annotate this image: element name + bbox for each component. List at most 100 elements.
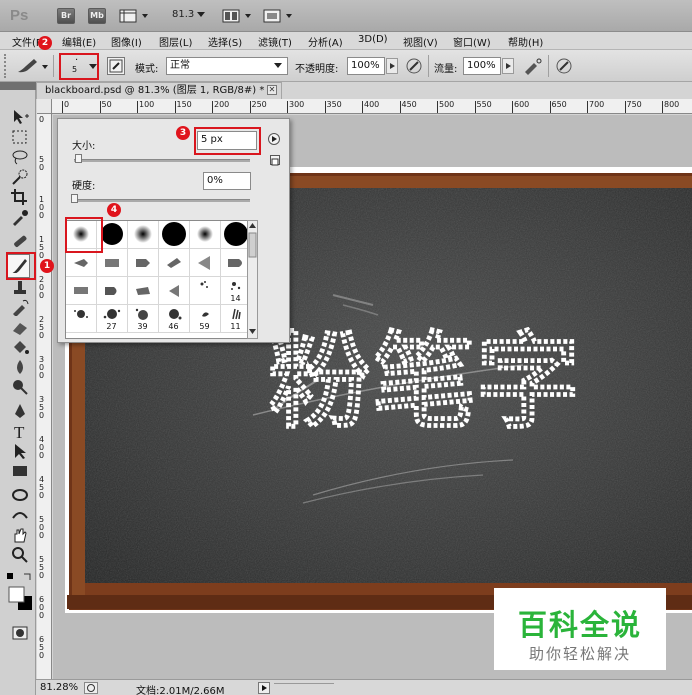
menu-filter[interactable]: 滤镜(T): [258, 34, 292, 49]
blur-tool[interactable]: [10, 358, 30, 376]
path-selection-tool[interactable]: [10, 442, 30, 460]
history-brush-tool[interactable]: [10, 298, 30, 317]
brush-preset-tip-1[interactable]: [66, 249, 97, 277]
ruler-tick: [324, 101, 326, 113]
stamp-icon: [14, 281, 26, 294]
zoom-tool[interactable]: [10, 546, 30, 564]
brush-preset-59[interactable]: 59: [159, 305, 210, 333]
brush-preset-tip-7[interactable]: [66, 277, 97, 305]
paint-bucket-tool[interactable]: [10, 338, 30, 356]
tablet-size-button[interactable]: [554, 56, 574, 76]
view-extras-button[interactable]: [119, 8, 151, 24]
zoom-readout[interactable]: 81.3: [172, 9, 206, 20]
vertical-ruler[interactable]: 0 5 0 1 0 0 1 5 0 2 0 0 2 5 0 3 0 0 3 5 0 4 0 0 4…: [37, 114, 52, 680]
flow-label: 流量:: [434, 64, 458, 75]
ruler-tick: [287, 101, 288, 113]
airbrush-button[interactable]: [522, 56, 544, 76]
brush-preset-hard-round-large[interactable]: [159, 221, 190, 249]
brush-preset-46[interactable]: 46: [128, 305, 179, 333]
mode-select[interactable]: 正常: [166, 57, 288, 75]
brush-preset-tip-5[interactable]: [190, 249, 221, 277]
hardness-slider-thumb[interactable]: [71, 194, 78, 203]
healing-brush-tool[interactable]: [10, 232, 30, 250]
ruler-tick-label: 750: [626, 100, 642, 109]
tablet-opacity-button[interactable]: [404, 56, 424, 76]
eyedropper-tool[interactable]: [10, 208, 30, 226]
marquee-tool[interactable]: [10, 128, 30, 146]
tool-preset-picker[interactable]: [14, 56, 50, 76]
brush-preset-soft-round[interactable]: [128, 221, 159, 249]
brush-preset-39[interactable]: 39: [97, 305, 148, 333]
brush-preset-11[interactable]: 11: [190, 305, 241, 333]
menu-view[interactable]: 视图(V): [403, 34, 438, 49]
hardness-input[interactable]: 0%: [203, 172, 251, 190]
hardness-slider-track[interactable]: [74, 199, 250, 202]
brush-preset-tip-9[interactable]: [128, 277, 159, 305]
pen-tool[interactable]: [10, 402, 30, 420]
menu-select[interactable]: 选择(S): [208, 34, 242, 49]
crop-tool[interactable]: [10, 188, 30, 206]
close-tab-button[interactable]: ✕: [267, 85, 277, 95]
brush-preset-tip-4[interactable]: [159, 249, 190, 277]
menu-layer[interactable]: 图层(L): [159, 34, 192, 49]
mini-bridge-button[interactable]: Mb: [88, 8, 106, 24]
hand-tool[interactable]: [10, 526, 30, 544]
status-info-button[interactable]: [84, 682, 98, 694]
bridge-button[interactable]: Br: [57, 8, 75, 24]
menu-edit[interactable]: 编辑(E): [62, 34, 96, 49]
dodge-tool[interactable]: [10, 378, 30, 396]
popup-menu-button[interactable]: [268, 133, 280, 145]
horizontal-scrollbar[interactable]: [274, 683, 334, 693]
lasso-tool[interactable]: [10, 148, 30, 166]
opacity-input[interactable]: 100%: [347, 57, 385, 75]
menu-window[interactable]: 窗口(W): [453, 34, 491, 49]
quick-selection-tool[interactable]: [10, 168, 30, 186]
ruler-origin[interactable]: [37, 99, 52, 114]
brush-preset-27[interactable]: 27: [66, 305, 117, 333]
brush-preset-tip-10[interactable]: [159, 277, 190, 305]
angled-tip-brush-icon: [167, 258, 181, 268]
arrange-documents-button[interactable]: [222, 8, 254, 24]
clone-stamp-tool[interactable]: [10, 278, 30, 296]
3d-rotate-tool[interactable]: [10, 486, 30, 504]
flow-input[interactable]: 100%: [463, 57, 501, 75]
brush-preset-tip-3[interactable]: [128, 249, 159, 277]
3d-orbit-tool[interactable]: [10, 506, 30, 524]
quick-mask-icon: [12, 626, 28, 640]
size-slider-thumb[interactable]: [74, 154, 82, 163]
brush-preset-tip-2[interactable]: [97, 249, 128, 277]
toolbox-header[interactable]: [0, 82, 36, 90]
brush-panel-toggle[interactable]: [107, 57, 125, 75]
splatter-brush-icon: [103, 309, 121, 319]
move-tool[interactable]: [10, 108, 30, 126]
eraser-tool[interactable]: [10, 318, 30, 336]
ruler-tick-label: 0: [39, 115, 45, 124]
opacity-slider-button[interactable]: [386, 58, 398, 74]
flow-slider-button[interactable]: [502, 58, 514, 74]
status-menu-button[interactable]: [258, 682, 270, 694]
shape-tool[interactable]: [10, 462, 30, 480]
document-tab[interactable]: blackboard.psd @ 81.3% (图层 1, RGB/8#) * …: [36, 82, 282, 99]
menu-help[interactable]: 帮助(H): [508, 34, 543, 49]
brush-preset-14[interactable]: 14: [190, 277, 241, 305]
new-preset-button[interactable]: [270, 155, 280, 166]
menu-analysis[interactable]: 分析(A): [308, 34, 343, 49]
screen-mode-button[interactable]: [263, 8, 295, 24]
menu-image[interactable]: 图像(I): [111, 34, 142, 49]
type-tool[interactable]: T: [10, 422, 30, 442]
brush-grid-scrollbar[interactable]: [247, 220, 258, 339]
size-slider-track[interactable]: [74, 159, 250, 162]
triangle-right-icon: [262, 685, 267, 691]
status-zoom[interactable]: 81.28%: [40, 682, 78, 693]
photoshop-logo: Ps: [10, 7, 29, 24]
brush-preset-tip-8[interactable]: [97, 277, 128, 305]
options-grip[interactable]: [4, 54, 8, 78]
brush-preset-soft-round-medium[interactable]: [190, 221, 221, 249]
quick-mask-button[interactable]: [10, 624, 30, 642]
ruler-tick-label: 3 5 0: [39, 395, 45, 420]
color-swatches[interactable]: [6, 572, 34, 612]
horizontal-ruler[interactable]: 0 50 100 150 200 250 300 350 400 450 500 550 600 650 7…: [52, 99, 692, 114]
ruler-tick-label: 2 0 0: [39, 275, 45, 300]
angled-tip-brush-icon: [136, 287, 150, 295]
menu-3d[interactable]: 3D(D): [358, 34, 388, 45]
